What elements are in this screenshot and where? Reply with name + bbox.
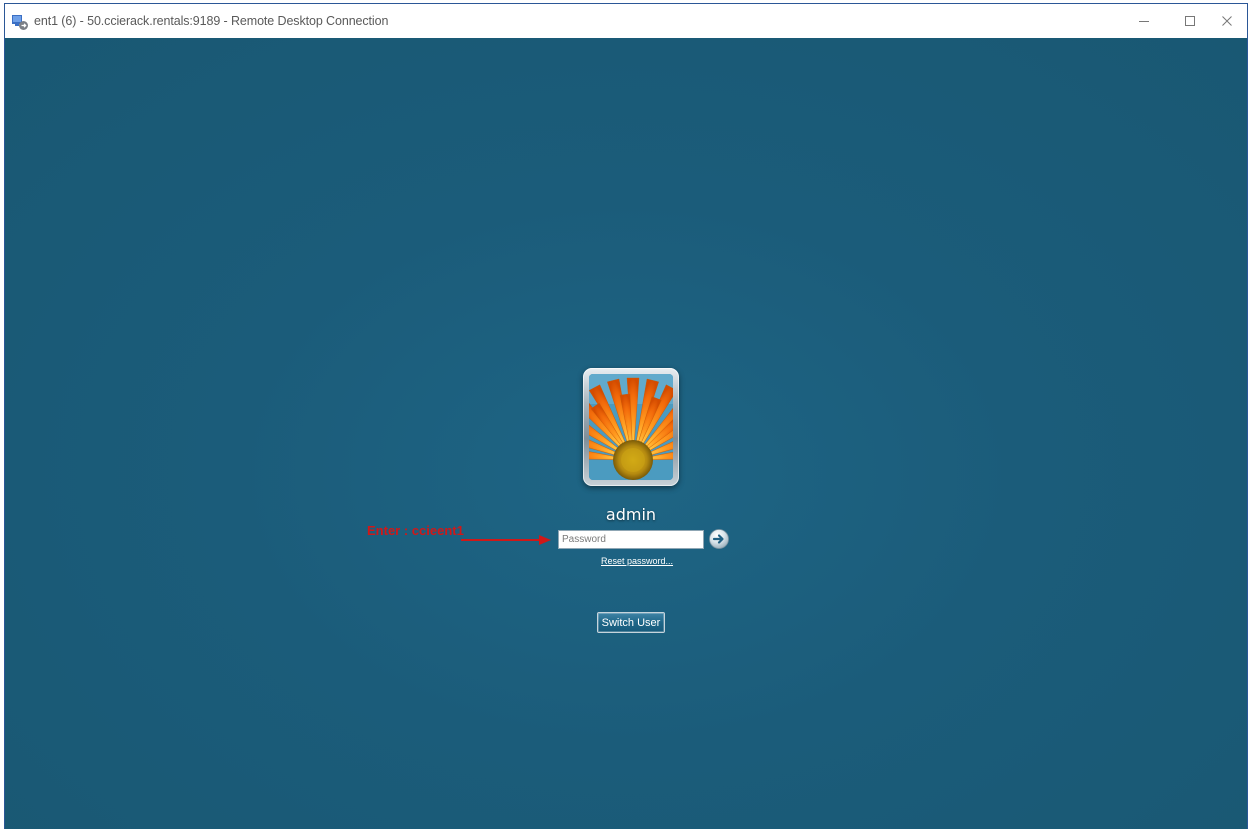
remote-desktop-screen: admin Reset password... Switch User Ente… [5,38,1247,829]
minimize-button[interactable] [1121,4,1167,38]
password-input[interactable] [558,530,704,549]
remote-desktop-window: ent1 (6) - 50.ccierack.rentals:9189 - Re… [4,3,1248,829]
submit-login-button[interactable] [709,529,729,549]
maximize-icon [1184,12,1196,31]
remote-desktop-icon [11,13,29,31]
close-button[interactable] [1205,4,1249,38]
annotation-arrow-icon [461,532,553,546]
username-label: admin [605,505,657,524]
user-avatar-frame [583,368,679,486]
close-icon [1221,12,1233,31]
switch-user-button[interactable]: Switch User [597,612,665,633]
user-avatar [589,374,673,480]
minimize-icon [1138,12,1150,31]
window-title: ent1 (6) - 50.ccierack.rentals:9189 - Re… [34,14,389,28]
title-bar[interactable]: ent1 (6) - 50.ccierack.rentals:9189 - Re… [5,4,1247,38]
arrow-right-circle-icon [709,529,729,553]
reset-password-link[interactable]: Reset password... [601,556,673,566]
annotation-text: Enter : ccieent1 [367,523,464,538]
